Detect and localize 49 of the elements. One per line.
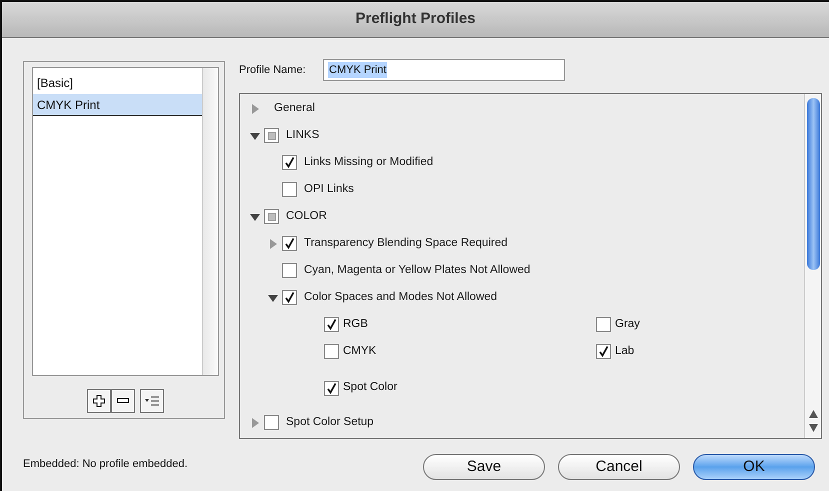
- embedded-status: Embedded: No profile embedded.: [23, 457, 188, 472]
- tree-item-label: Spot Color Setup: [286, 414, 374, 430]
- checkbox[interactable]: [282, 155, 297, 170]
- checkbox[interactable]: [282, 236, 297, 251]
- expanded-triangle-icon[interactable]: [250, 130, 260, 140]
- scrollbar-thumb[interactable]: [806, 98, 820, 270]
- option-label: Lab: [615, 344, 634, 359]
- checkbox[interactable]: [324, 344, 339, 359]
- checkbox[interactable]: [264, 209, 279, 224]
- checkbox[interactable]: [264, 415, 279, 430]
- option-label: Spot Color: [343, 380, 398, 396]
- checkbox[interactable]: [596, 317, 611, 332]
- scroll-down-arrow-icon[interactable]: [808, 424, 818, 432]
- tree-item-label: LINKS: [286, 128, 320, 143]
- profile-item[interactable]: CMYK Print: [33, 94, 202, 116]
- dialog-button[interactable]: Cancel: [558, 454, 680, 480]
- profile-item[interactable]: [Basic]: [33, 72, 202, 94]
- tree-item-label: General: [274, 100, 315, 116]
- checkbox[interactable]: [282, 263, 297, 278]
- option-label: Gray: [615, 316, 640, 332]
- checkbox[interactable]: [324, 380, 339, 396]
- checkbox[interactable]: [282, 182, 297, 197]
- add-profile-button[interactable]: [87, 389, 111, 413]
- profile-name-label: Profile Name:: [239, 62, 307, 78]
- tree-item-label: Cyan, Magenta or Yellow Plates Not Allowed: [304, 262, 530, 278]
- tree-item-label: Links Missing or Modified: [304, 154, 434, 170]
- tree-item-label: Color Spaces and Modes Not Allowed: [304, 290, 498, 305]
- expanded-triangle-icon[interactable]: [250, 212, 260, 222]
- menu-profile-button[interactable]: [140, 389, 164, 413]
- remove-profile-button[interactable]: [111, 389, 135, 413]
- window-title: Preflight Profiles: [355, 9, 476, 30]
- plus-icon: [93, 395, 105, 407]
- tree-item-label: COLOR: [286, 208, 327, 224]
- scrollbar[interactable]: [804, 94, 821, 438]
- dialog-button[interactable]: Save: [423, 454, 545, 480]
- option-label: RGB: [343, 316, 368, 332]
- checkbox[interactable]: [324, 317, 339, 332]
- checkbox[interactable]: [596, 344, 611, 359]
- expanded-triangle-icon[interactable]: [268, 292, 278, 302]
- minus-icon: [117, 398, 129, 404]
- menu-icon: [145, 396, 159, 406]
- option-label: CMYK: [343, 344, 376, 359]
- tree-item-label: Transparency Blending Space Required: [304, 236, 508, 251]
- checkbox[interactable]: [282, 290, 297, 305]
- checkbox[interactable]: [264, 128, 279, 143]
- profile-name-field[interactable]: CMYK Print: [323, 59, 565, 81]
- dialog-button[interactable]: OK: [693, 454, 815, 480]
- tree-item-label: OPI Links: [304, 182, 354, 197]
- scroll-up-arrow-icon[interactable]: [808, 410, 818, 418]
